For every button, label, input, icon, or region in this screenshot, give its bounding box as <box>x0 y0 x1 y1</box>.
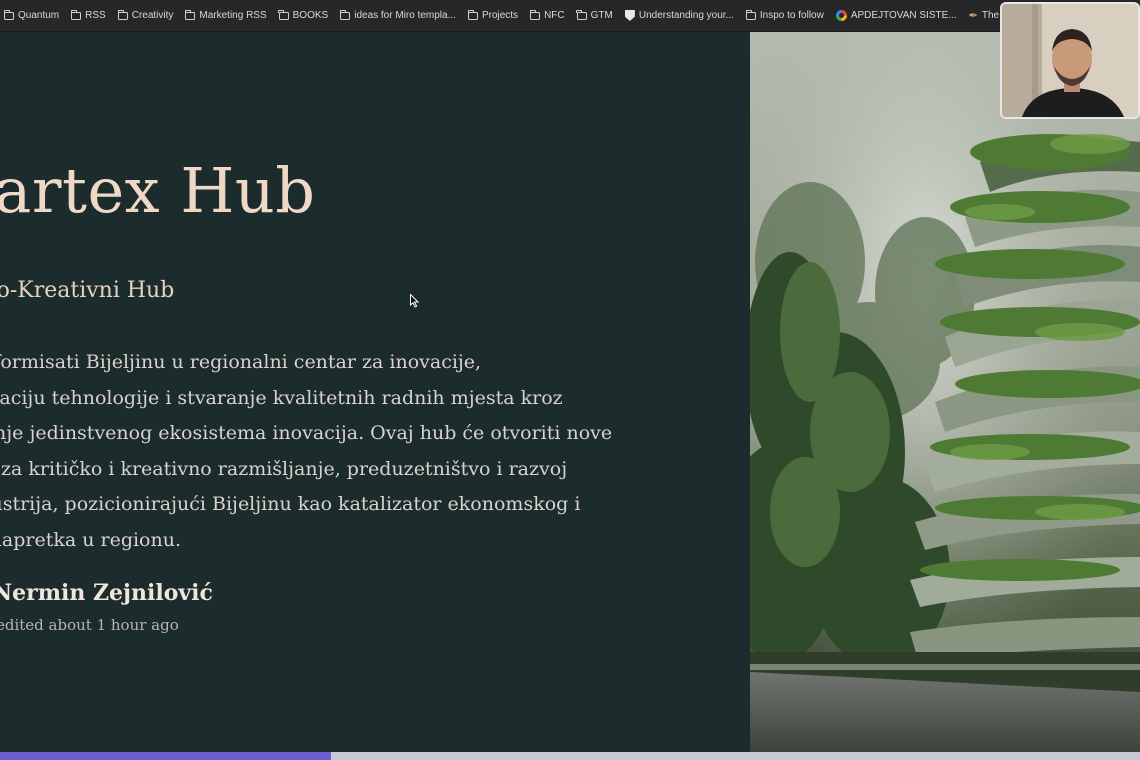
progress-fill <box>0 752 331 760</box>
folder-icon <box>3 9 14 20</box>
folder-icon <box>576 9 587 20</box>
folder-icon <box>185 9 196 20</box>
bookmark-marketing-rss[interactable]: Marketing RSS <box>185 9 267 21</box>
bookmark-nfc[interactable]: NFC <box>529 9 565 21</box>
bookmark-creativity[interactable]: Creativity <box>117 9 173 21</box>
bookmark-projects[interactable]: Projects <box>467 9 518 21</box>
folder-icon <box>467 9 478 20</box>
bookmark-apdejtovan[interactable]: APDEJTOVAN SISTE... <box>835 10 957 21</box>
body-line: ansformisati Bijeljinu u regionalni cent… <box>0 351 482 373</box>
bookmarks-bar: Quantum RSS Creativity Marketing RSS BOO… <box>0 0 1140 32</box>
google-icon <box>835 10 847 21</box>
bookmark-books[interactable]: BOOKS <box>278 9 328 21</box>
slide-text-panel: nartex Hub vno-Kreativni Hub ansformisat… <box>0 32 750 752</box>
folder-icon <box>117 9 128 20</box>
slide-title: nartex Hub <box>0 154 316 227</box>
folder-icon <box>340 9 351 20</box>
slide-subtitle: vno-Kreativni Hub <box>0 278 175 303</box>
folder-icon <box>745 9 756 20</box>
body-line: og napretka u regionu. <box>0 528 182 551</box>
bookmark-understanding[interactable]: Understanding your... <box>624 10 734 21</box>
webcam-video-tile[interactable] <box>1000 2 1140 119</box>
body-line: vljanje jedinstvenog ekosistema inovacij… <box>0 422 613 444</box>
participant-video <box>1002 4 1138 117</box>
shield-icon <box>624 10 635 21</box>
quill-icon: ✒ <box>968 10 978 22</box>
body-line: osti za kritičko i kreativno razmišljanj… <box>0 457 568 480</box>
body-line: industrija, pozicionirajući Bijeljinu ka… <box>0 493 581 515</box>
mouse-cursor-icon <box>410 294 419 308</box>
bookmark-rss[interactable]: RSS <box>70 9 106 21</box>
edited-timestamp: edited about 1 hour ago <box>0 616 179 634</box>
bookmark-the[interactable]: ✒ The <box>969 9 999 22</box>
folder-icon <box>278 9 289 20</box>
green-building-illustration <box>750 32 1140 752</box>
bookmark-quantum[interactable]: Quantum <box>3 9 59 21</box>
bookmark-inspo[interactable]: Inspo to follow <box>745 9 824 21</box>
folder-icon <box>529 9 541 20</box>
presentation-progress-bar <box>0 752 1140 760</box>
bookmark-gtm[interactable]: GTM <box>576 9 613 21</box>
bookmark-miro-ideas[interactable]: ideas for Miro templa... <box>340 9 456 21</box>
body-line: jalizaciju tehnologije i stvaranje kvali… <box>0 386 563 409</box>
slide-body: ansformisati Bijeljinu u regionalni cent… <box>0 345 660 558</box>
folder-icon <box>70 9 82 20</box>
slide-image <box>750 32 1140 752</box>
author-name[interactable]: Nermin Zejnilović <box>0 580 213 606</box>
